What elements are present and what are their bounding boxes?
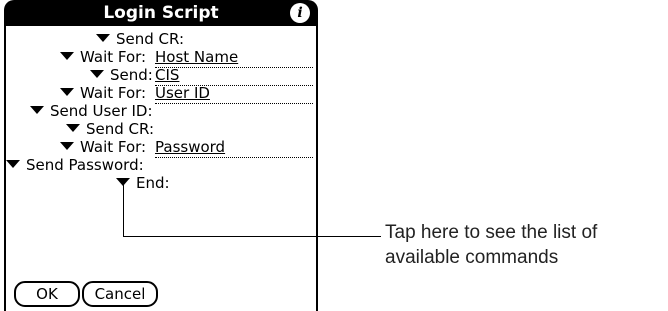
script-line[interactable]: Send Password: — [6, 155, 144, 175]
command-dropdown-icon[interactable] — [60, 141, 74, 150]
script-line-end[interactable]: End: — [116, 173, 170, 193]
wait-for-field[interactable]: User ID — [155, 83, 313, 104]
field-value: User ID — [155, 84, 210, 102]
command-dropdown-icon[interactable] — [30, 105, 44, 114]
callout-line-2: available commands — [385, 247, 559, 268]
command-label: Wait For: — [80, 84, 147, 102]
command-label: Send User ID: — [50, 102, 153, 120]
command-label: Wait For: — [80, 138, 147, 156]
command-label: Wait For: — [80, 48, 147, 66]
script-line[interactable]: Wait For: — [60, 137, 146, 157]
info-icon[interactable]: i — [290, 3, 310, 23]
frame-right-edge — [316, 26, 318, 311]
command-label: Send Password: — [26, 156, 144, 174]
title-bar: Login Script i — [4, 0, 318, 26]
callout-leader-horizontal — [123, 236, 381, 237]
callout-line-1: Tap here to see the list of — [385, 222, 598, 243]
ok-button[interactable]: OK — [14, 281, 80, 307]
command-dropdown-icon[interactable] — [66, 123, 80, 132]
cancel-button[interactable]: Cancel — [82, 281, 158, 307]
command-dropdown-icon[interactable] — [60, 51, 74, 60]
dialog-title: Login Script — [103, 3, 219, 23]
command-label: Send CR: — [86, 120, 155, 138]
callout-leader-vertical — [123, 185, 124, 237]
script-line[interactable]: Send: — [90, 65, 153, 85]
command-dropdown-icon[interactable] — [96, 33, 110, 42]
field-value: CIS — [155, 66, 180, 84]
wait-for-field[interactable]: Password — [155, 137, 313, 158]
command-label: Send CR: — [116, 30, 185, 48]
script-line[interactable]: Send CR: — [96, 29, 184, 49]
field-value: Host Name — [155, 48, 239, 66]
script-line[interactable]: Send CR: — [66, 119, 154, 139]
script-line[interactable]: Wait For: — [60, 83, 146, 103]
command-dropdown-icon[interactable] — [90, 69, 104, 78]
command-label: End: — [136, 174, 170, 192]
login-script-dialog: Login Script i Send CR: Wait For: Host N… — [4, 0, 318, 311]
command-dropdown-icon[interactable] — [6, 159, 20, 168]
script-line[interactable]: Send User ID: — [30, 101, 153, 121]
command-dropdown-icon[interactable] — [60, 87, 74, 96]
script-line[interactable]: Wait For: — [60, 47, 146, 67]
command-label: Send: — [110, 66, 153, 84]
field-value: Password — [155, 138, 226, 156]
callout-caption: Tap here to see the list of available co… — [385, 220, 668, 270]
